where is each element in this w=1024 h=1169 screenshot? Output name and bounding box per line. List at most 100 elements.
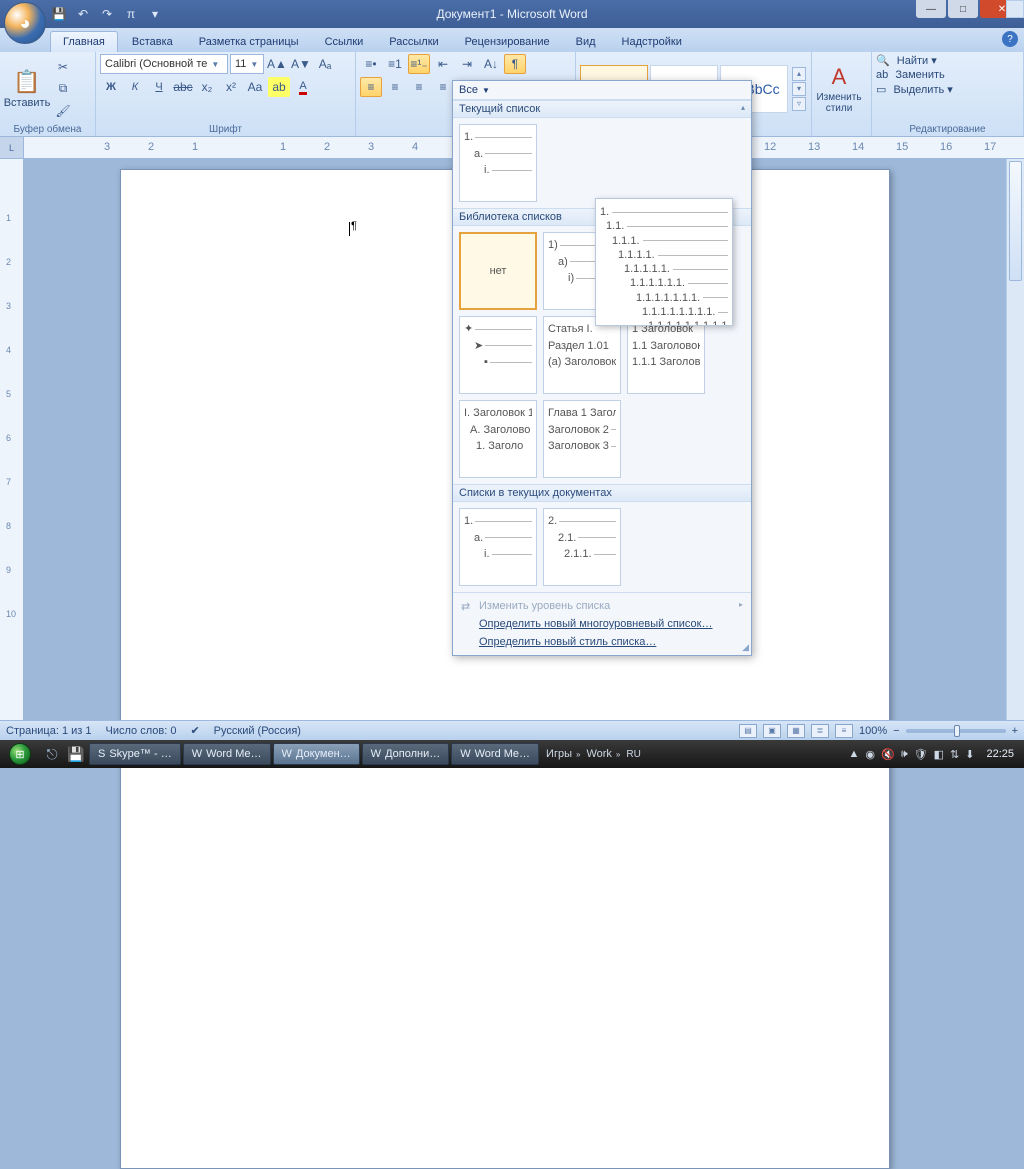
tab-mailings[interactable]: Рассылки [377,32,450,52]
list-library-roman[interactable]: I. Заголовок 1 A. Заголово 1. Заголо [459,400,537,478]
zoom-slider[interactable] [906,729,1006,733]
taskbar-language[interactable]: RU [626,749,640,760]
tray-icon[interactable]: ⬇ [965,748,974,761]
taskbar-task[interactable]: WДокумен… [273,743,360,765]
sort-button[interactable]: A↓ [480,54,502,74]
ruler-toggle-button[interactable] [1006,0,1024,18]
section-collapse-icon[interactable]: ▴ [741,103,745,112]
qat-customize-icon[interactable]: ▾ [146,5,164,23]
font-size-combo[interactable]: 11▼ [230,54,264,74]
list-library-article[interactable]: Статья I. Раздел 1.01 (a) Заголовок [543,316,621,394]
decrease-indent-button[interactable]: ⇤ [432,54,454,74]
list-indoc-2[interactable]: 2. 2.1. 2.1.1. [543,508,621,586]
group-font-label[interactable]: Шрифт [100,123,351,136]
tab-insert[interactable]: Вставка [120,32,185,52]
list-library-none[interactable]: нет [459,232,537,310]
start-button[interactable]: ⊞ [0,740,40,768]
change-case-button[interactable]: Aa [244,77,266,97]
status-language[interactable]: Русский (Россия) [214,725,301,737]
zoom-slider-handle[interactable] [954,725,960,737]
office-button[interactable]: ◕ [4,2,46,44]
select-button[interactable]: ▭ Выделить ▾ [876,83,953,96]
paste-button[interactable]: 📋 Вставить [4,58,50,120]
gallery-filter-all[interactable]: Все▼ [453,81,751,100]
status-page[interactable]: Страница: 1 из 1 [6,725,92,737]
tray-icon[interactable]: ◧ [934,748,944,761]
view-full-screen-button[interactable]: ▣ [763,724,781,738]
list-library-chapter[interactable]: Глава 1 Загол Заголовок 2 Заголовок 3 [543,400,621,478]
styles-row-up-icon[interactable]: ▴ [792,67,806,81]
tab-view[interactable]: Вид [564,32,608,52]
numbering-button[interactable]: ≡1 [384,54,406,74]
align-center-button[interactable]: ≡ [384,77,406,97]
grow-font-button[interactable]: A▲ [266,54,288,74]
group-clipboard-label[interactable]: Буфер обмена [4,123,91,136]
clear-formatting-button[interactable]: Aₐ [314,54,336,74]
help-button[interactable]: ? [1002,31,1018,47]
vertical-scrollbar[interactable] [1006,159,1024,720]
status-proofing-icon[interactable]: ✔ [190,724,199,737]
tab-review[interactable]: Рецензирование [453,32,562,52]
taskbar-pinned-icon[interactable]: 💾 [64,742,88,766]
align-right-button[interactable]: ≡ [408,77,430,97]
taskbar-pinned-icon[interactable]: ⎋ [40,742,64,766]
minimize-button[interactable]: — [916,0,946,18]
qat-save-icon[interactable]: 💾 [50,5,68,23]
tab-references[interactable]: Ссылки [313,32,376,52]
vertical-ruler[interactable]: 12345678910 [0,159,24,720]
zoom-level[interactable]: 100% [859,725,887,737]
list-current-item[interactable]: 1. a. i. [459,124,537,202]
taskbar-task[interactable]: WДополни… [362,743,450,765]
view-outline-button[interactable]: ≣ [811,724,829,738]
list-library-heading-num[interactable]: 1 Заголовок 1.1 Заголовок 1.1.1 Заголов [627,316,705,394]
subscript-button[interactable]: x₂ [196,77,218,97]
increase-indent-button[interactable]: ⇥ [456,54,478,74]
group-editing-label[interactable]: Редактирование [876,123,1019,136]
define-new-list-style[interactable]: Определить новый стиль списка… [459,633,745,651]
scrollbar-thumb[interactable] [1009,161,1022,281]
taskbar-task[interactable]: SSkype™ - … [89,743,181,765]
tray-icon[interactable]: ▲ [849,748,860,760]
view-print-layout-button[interactable]: ▤ [739,724,757,738]
qat-redo-icon[interactable]: ↷ [98,5,116,23]
gallery-resize-grip[interactable]: ◢ [742,642,749,653]
underline-button[interactable]: Ч [148,77,170,97]
strike-button[interactable]: abc [172,77,194,97]
bullets-button[interactable]: ≡• [360,54,382,74]
qat-undo-icon[interactable]: ↶ [74,5,92,23]
font-color-button[interactable]: A [292,77,314,97]
tray-icon[interactable]: 🛡 [914,748,928,761]
change-styles-button[interactable]: A Изменить стили [816,58,862,120]
tab-selector[interactable]: L [0,137,24,158]
list-library-bullets[interactable]: ✦ ➤ ▪ [459,316,537,394]
superscript-button[interactable]: x² [220,77,242,97]
styles-row-down-icon[interactable]: ▾ [792,82,806,96]
justify-button[interactable]: ≡ [432,77,454,97]
maximize-button[interactable]: □ [948,0,978,18]
tray-icon[interactable]: ◉ [865,748,875,761]
qat-equation-icon[interactable]: π [122,5,140,23]
tray-icon[interactable]: 🕪 [901,748,908,761]
multilevel-list-button[interactable]: ≡¹₋ [408,54,430,74]
italic-button[interactable]: К [124,77,146,97]
tray-icon[interactable]: ⇅ [950,748,959,761]
view-web-button[interactable]: ▦ [787,724,805,738]
taskbar-toolbar[interactable]: Work » [586,748,620,760]
taskbar-task[interactable]: WWord Me… [451,743,539,765]
font-name-combo[interactable]: Calibri (Основной те▼ [100,54,228,74]
list-indoc-1[interactable]: 1. a. i. [459,508,537,586]
align-left-button[interactable]: ≡ [360,77,382,97]
find-button[interactable]: 🔍 Найти ▾ [876,54,937,67]
status-word-count[interactable]: Число слов: 0 [106,725,177,737]
tab-home[interactable]: Главная [50,31,118,52]
tab-page-layout[interactable]: Разметка страницы [187,32,311,52]
replace-button[interactable]: ab Заменить [876,69,945,81]
format-painter-button[interactable]: 🖌 [52,101,74,121]
tab-addins[interactable]: Надстройки [610,32,694,52]
view-draft-button[interactable]: ≡ [835,724,853,738]
bold-button[interactable]: Ж [100,77,122,97]
shrink-font-button[interactable]: A▼ [290,54,312,74]
taskbar-clock[interactable]: 22:25 [980,748,1020,760]
styles-more-icon[interactable]: ▿ [792,97,806,111]
zoom-in-button[interactable]: + [1012,725,1018,737]
